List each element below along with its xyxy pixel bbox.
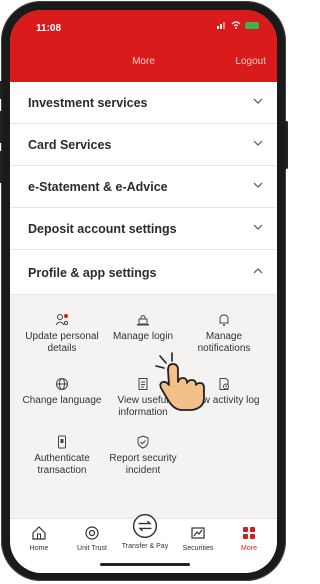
- profile-settings-grid: Update personal details Manage login Man…: [10, 295, 277, 507]
- nav-label: Securities: [182, 545, 214, 552]
- document-info-icon: [138, 378, 148, 390]
- section-profile-app-settings[interactable]: Profile & app settings: [10, 250, 277, 295]
- section-deposit-account-settings[interactable]: Deposit account settings: [10, 208, 277, 250]
- tile-report-security-incident[interactable]: Report security incident: [101, 435, 185, 477]
- chevron-down-icon: [253, 182, 263, 188]
- bell-settings-icon: [219, 314, 229, 326]
- chart-icon: [191, 527, 205, 539]
- section-label: Profile & app settings: [28, 266, 157, 280]
- login-device-icon: [137, 315, 149, 326]
- nav-label: Transfer & Pay: [121, 543, 169, 550]
- tile-authenticate-transaction[interactable]: Authenticate transaction: [20, 435, 104, 477]
- globe-icon: [56, 378, 68, 390]
- status-icons: [217, 21, 259, 29]
- transfer-icon: [132, 513, 158, 539]
- shield-check-icon: [137, 435, 149, 449]
- phone-volume-down: [0, 151, 2, 183]
- app-header: 11:08 More Logout: [10, 10, 277, 82]
- section-label: Card Services: [28, 138, 112, 152]
- chevron-up-icon: [253, 268, 263, 274]
- home-indicator: [100, 563, 190, 566]
- nav-securities[interactable]: Securities: [173, 525, 223, 552]
- tile-label: Manage notifications: [197, 331, 251, 354]
- activity-log-icon: [219, 378, 229, 390]
- phone-power-button: [285, 121, 288, 169]
- section-investment-services[interactable]: Investment services: [10, 82, 277, 124]
- tile-label: Change language: [22, 395, 102, 406]
- nav-label: Home: [29, 545, 49, 552]
- section-estatement[interactable]: e-Statement & e-Advice: [10, 166, 277, 208]
- nav-transfer-pay[interactable]: Transfer & Pay: [118, 513, 172, 550]
- phone-side-button: [0, 81, 2, 99]
- nav-unit-trust[interactable]: Unit Trust: [67, 525, 117, 552]
- unit-trust-icon: [85, 526, 99, 540]
- tile-change-language[interactable]: Change language: [20, 377, 104, 407]
- tile-label: Authenticate transaction: [34, 453, 90, 476]
- nav-label: More: [241, 545, 257, 552]
- section-label: Deposit account settings: [28, 222, 177, 236]
- tile-label: Update personal details: [25, 331, 99, 354]
- section-card-services[interactable]: Card Services: [10, 124, 277, 166]
- tile-label: Manage login: [112, 331, 174, 342]
- chevron-down-icon: [253, 98, 263, 104]
- nav-label: Unit Trust: [77, 545, 107, 552]
- battery-icon: [245, 21, 259, 29]
- status-time: 11:08: [36, 23, 62, 34]
- section-label: Investment services: [28, 96, 148, 110]
- nav-home[interactable]: Home: [14, 525, 64, 552]
- tile-manage-notifications[interactable]: Manage notifications: [182, 313, 266, 355]
- tile-update-personal-details[interactable]: Update personal details: [20, 313, 104, 355]
- logout-button[interactable]: Logout: [235, 56, 266, 67]
- home-icon: [32, 526, 46, 540]
- more-grid-icon: [243, 527, 255, 539]
- nav-more[interactable]: More: [224, 525, 274, 552]
- chevron-down-icon: [253, 224, 263, 230]
- tap-hand-icon: [155, 352, 205, 411]
- tile-label: Report security incident: [109, 453, 177, 476]
- section-label: e-Statement & e-Advice: [28, 180, 168, 194]
- phone-volume-up: [0, 111, 2, 143]
- user-settings-icon: [55, 314, 69, 326]
- wifi-icon: [231, 21, 241, 29]
- chevron-down-icon: [253, 140, 263, 146]
- signal-icon: [217, 22, 225, 29]
- screen: 11:08 More Logout Investment services Ca…: [10, 10, 277, 573]
- tile-manage-login[interactable]: Manage login: [101, 313, 185, 343]
- phone-frame: 11:08 More Logout Investment services Ca…: [0, 1, 288, 581]
- mobile-authenticate-icon: [58, 435, 66, 449]
